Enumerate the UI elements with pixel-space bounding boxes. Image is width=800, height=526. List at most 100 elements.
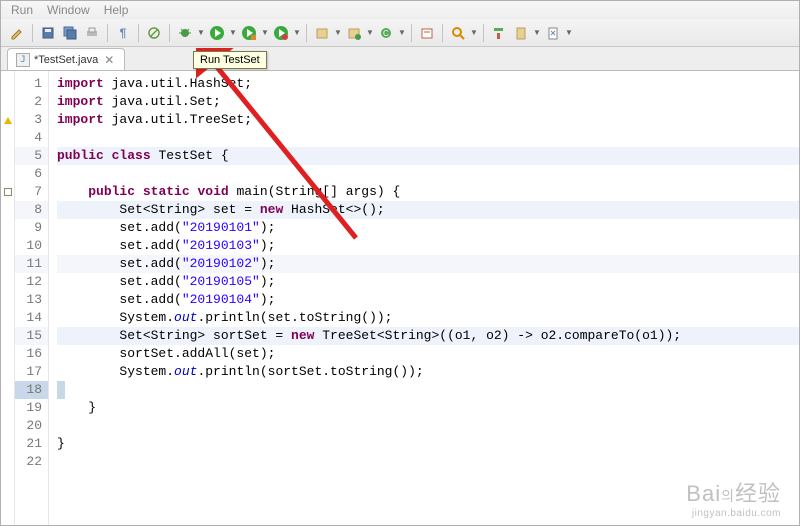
line-number[interactable]: 1 [15, 75, 48, 93]
gutter-annotation [1, 309, 14, 327]
run-ext-dropdown-icon[interactable]: ▼ [261, 28, 269, 37]
code-line[interactable]: import java.util.TreeSet; [57, 111, 799, 129]
code-line[interactable] [57, 381, 799, 399]
line-number[interactable]: 19 [15, 399, 48, 417]
separator [483, 24, 484, 42]
link-dropdown-icon[interactable]: ▼ [565, 28, 573, 37]
new-pkg-dropdown-icon[interactable]: ▼ [334, 28, 342, 37]
line-number[interactable]: 11 [15, 255, 48, 273]
line-number[interactable]: 3 [15, 111, 48, 129]
line-number[interactable]: 4 [15, 129, 48, 147]
debug-dropdown-icon[interactable]: ▼ [197, 28, 205, 37]
line-number[interactable]: 20 [15, 417, 48, 435]
gutter-annotation [1, 165, 14, 183]
code-line[interactable]: } [57, 399, 799, 417]
line-number[interactable]: 16 [15, 345, 48, 363]
code-line[interactable]: } [57, 435, 799, 453]
line-number[interactable]: 6 [15, 165, 48, 183]
line-number[interactable]: 12 [15, 273, 48, 291]
line-number[interactable]: 17 [15, 363, 48, 381]
code-line[interactable] [57, 417, 799, 435]
warning-icon[interactable] [4, 117, 12, 124]
tab-testset[interactable]: J *TestSet.java ✕ [7, 48, 125, 70]
new-type-icon[interactable]: C [376, 23, 396, 43]
tab-bar: J *TestSet.java ✕ [1, 47, 799, 71]
new-type-dropdown-icon[interactable]: ▼ [398, 28, 406, 37]
debug-icon[interactable] [175, 23, 195, 43]
menu-run[interactable]: Run [11, 3, 33, 17]
menu-window[interactable]: Window [47, 3, 90, 17]
link-icon[interactable] [543, 23, 563, 43]
code-line[interactable] [57, 453, 799, 471]
line-number[interactable]: 21 [15, 435, 48, 453]
paste-dropdown-icon[interactable]: ▼ [533, 28, 541, 37]
code-line[interactable]: set.add("20190102"); [57, 255, 799, 273]
line-number[interactable]: 14 [15, 309, 48, 327]
override-icon[interactable] [4, 188, 12, 196]
run-dropdown-icon[interactable]: ▼ [229, 28, 237, 37]
line-number[interactable]: 22 [15, 453, 48, 471]
gutter-annotation [1, 417, 14, 435]
run-external-icon[interactable] [239, 23, 259, 43]
separator [32, 24, 33, 42]
line-number-gutter: 12345678910111213141516171819202122 [15, 71, 49, 525]
code-line[interactable]: set.add("20190104"); [57, 291, 799, 309]
code-line[interactable]: System.out.println(set.toString()); [57, 309, 799, 327]
search-icon[interactable] [448, 23, 468, 43]
gutter-annotation [1, 255, 14, 273]
paste-icon[interactable] [511, 23, 531, 43]
line-number[interactable]: 13 [15, 291, 48, 309]
line-number[interactable]: 7 [15, 183, 48, 201]
separator [306, 24, 307, 42]
code-line[interactable] [57, 129, 799, 147]
gutter-annotation [1, 327, 14, 345]
code-line[interactable] [57, 165, 799, 183]
run-last-icon[interactable] [271, 23, 291, 43]
skip-breakpoints-icon[interactable] [144, 23, 164, 43]
search-dropdown-icon[interactable]: ▼ [470, 28, 478, 37]
save-all-icon[interactable] [60, 23, 80, 43]
run-icon[interactable] [207, 23, 227, 43]
annotation-gutter [1, 71, 15, 525]
code-line[interactable]: set.add("20190103"); [57, 237, 799, 255]
new-class-icon[interactable] [344, 23, 364, 43]
code-line[interactable]: import java.util.Set; [57, 93, 799, 111]
line-number[interactable]: 8 [15, 201, 48, 219]
code-line[interactable]: System.out.println(sortSet.toString()); [57, 363, 799, 381]
pilcrow-icon[interactable]: ¶ [113, 23, 133, 43]
open-task-icon[interactable] [417, 23, 437, 43]
code-line[interactable]: set.add("20190105"); [57, 273, 799, 291]
line-number[interactable]: 2 [15, 93, 48, 111]
line-number[interactable]: 9 [15, 219, 48, 237]
code-line[interactable]: public static void main(String[] args) { [57, 183, 799, 201]
code-line[interactable]: import java.util.HashSet; [57, 75, 799, 93]
line-number[interactable]: 10 [15, 237, 48, 255]
tab-label: *TestSet.java [34, 54, 98, 66]
run-tooltip: Run TestSet [193, 51, 267, 69]
code-editor[interactable]: 12345678910111213141516171819202122 impo… [1, 71, 799, 525]
cut-icon[interactable] [489, 23, 509, 43]
separator [169, 24, 170, 42]
gutter-annotation [1, 93, 14, 111]
code-area[interactable]: import java.util.HashSet;import java.uti… [49, 71, 799, 525]
edit-icon[interactable] [7, 23, 27, 43]
print-icon[interactable] [82, 23, 102, 43]
code-line[interactable]: public class TestSet { [57, 147, 799, 165]
code-line[interactable]: Set<String> sortSet = new TreeSet<String… [57, 327, 799, 345]
gutter-annotation [1, 129, 14, 147]
java-file-icon: J [16, 53, 30, 67]
line-number[interactable]: 18 [15, 381, 48, 399]
code-line[interactable]: Set<String> set = new HashSet<>(); [57, 201, 799, 219]
line-number[interactable]: 15 [15, 327, 48, 345]
gutter-annotation [1, 399, 14, 417]
new-class-dropdown-icon[interactable]: ▼ [366, 28, 374, 37]
save-icon[interactable] [38, 23, 58, 43]
menu-help[interactable]: Help [104, 3, 129, 17]
code-line[interactable]: sortSet.addAll(set); [57, 345, 799, 363]
line-number[interactable]: 5 [15, 147, 48, 165]
close-icon[interactable]: ✕ [102, 53, 116, 67]
gutter-annotation [1, 435, 14, 453]
code-line[interactable]: set.add("20190101"); [57, 219, 799, 237]
new-package-icon[interactable] [312, 23, 332, 43]
run-last-dropdown-icon[interactable]: ▼ [293, 28, 301, 37]
